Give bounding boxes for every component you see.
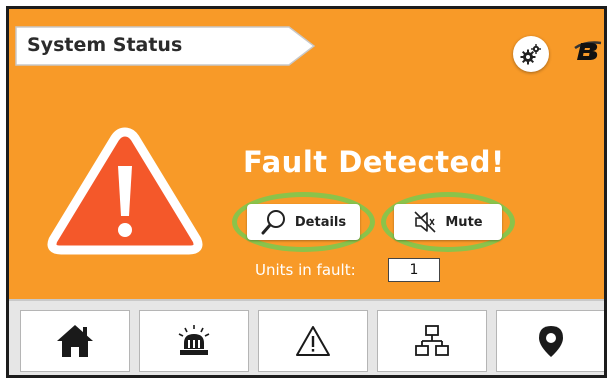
app-screen: System Status Fault Detected! Details Mu…	[6, 6, 607, 378]
network-icon	[415, 325, 449, 356]
nav-network[interactable]	[377, 310, 487, 372]
details-label: Details	[294, 214, 347, 230]
speaker-muted-icon	[414, 211, 436, 233]
settings-button[interactable]	[513, 36, 549, 72]
mute-button[interactable]: Mute	[394, 204, 502, 240]
alarm-siren-icon	[178, 325, 210, 355]
magnifier-icon	[261, 210, 285, 235]
nav-alarm[interactable]	[139, 310, 249, 372]
nav-home[interactable]	[20, 310, 130, 372]
mute-label: Mute	[445, 214, 483, 230]
page-title: System Status	[27, 34, 183, 56]
location-pin-icon	[539, 326, 563, 357]
header-tab: System Status	[15, 26, 315, 66]
units-in-fault-label: Units in fault:	[255, 261, 356, 279]
fault-title: Fault Detected!	[243, 145, 505, 179]
units-in-fault-value: 1	[388, 258, 440, 282]
home-icon	[57, 325, 93, 357]
bottom-nav	[9, 299, 604, 375]
details-button[interactable]: Details	[247, 204, 360, 240]
gears-icon	[520, 44, 541, 65]
nav-warnings[interactable]	[258, 310, 368, 372]
brand-logo	[574, 41, 602, 60]
nav-location[interactable]	[496, 310, 604, 372]
warning-icon	[296, 326, 330, 356]
warning-triangle-icon	[47, 127, 203, 255]
